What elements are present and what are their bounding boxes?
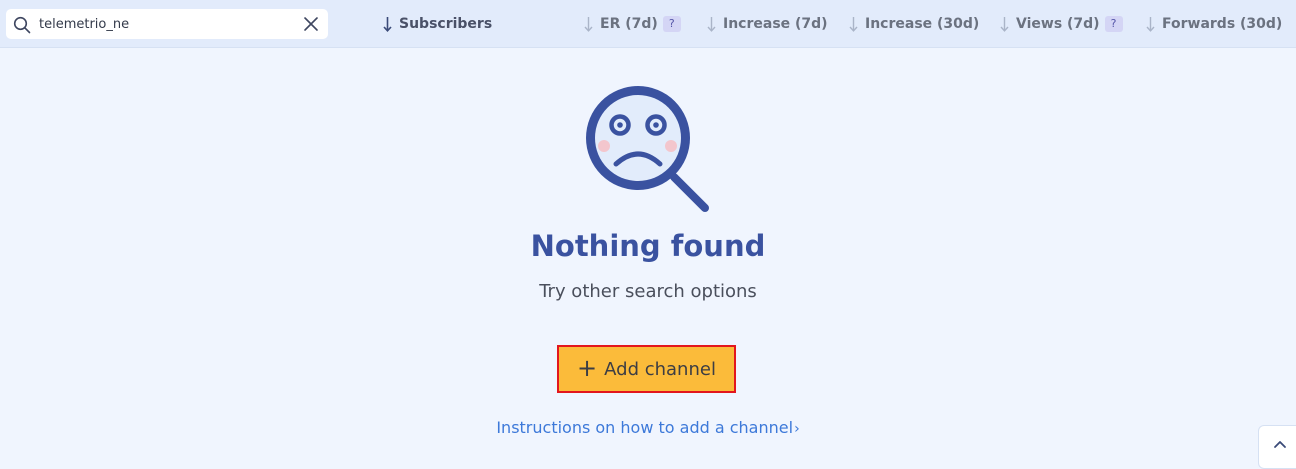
column-sort-views-7d[interactable]: Views (7d) ? <box>1000 13 1123 35</box>
help-badge[interactable]: ? <box>662 16 681 32</box>
column-sort-subscribers[interactable]: Subscribers <box>383 13 492 35</box>
column-label: Increase (7d) <box>723 16 828 32</box>
sort-arrow-down-icon <box>584 17 593 32</box>
empty-state-subtitle: Try other search options <box>539 281 757 302</box>
column-sort-increase-30d[interactable]: Increase (30d) <box>849 13 979 35</box>
column-label: Increase (30d) <box>865 16 980 32</box>
search-input[interactable] <box>39 14 299 34</box>
search-box[interactable] <box>6 9 328 39</box>
sort-arrow-down-icon <box>1000 17 1009 32</box>
sad-magnifier-icon <box>586 86 709 212</box>
help-badge[interactable]: ? <box>1104 16 1123 32</box>
sort-arrow-down-icon <box>1146 17 1155 32</box>
column-label: Forwards (30d) <box>1162 16 1283 32</box>
column-sort-increase-7d[interactable]: Increase (7d) <box>707 13 828 35</box>
scroll-to-top-button[interactable] <box>1258 425 1296 469</box>
sort-arrow-down-icon <box>383 17 392 32</box>
add-channel-instructions-link[interactable]: Instructions on how to add a channel› <box>0 417 1296 440</box>
add-channel-label: Add channel <box>604 358 716 380</box>
sort-arrow-down-icon <box>707 17 716 32</box>
column-sort-forwards-30d[interactable]: Forwards (30d) <box>1146 13 1282 35</box>
sort-arrow-down-icon <box>849 17 858 32</box>
plus-icon: + <box>577 353 598 382</box>
search-icon <box>13 16 31 34</box>
add-channel-button[interactable]: + Add channel <box>557 345 736 393</box>
clear-search-icon[interactable] <box>303 16 319 32</box>
table-header-bar: Subscribers ER (7d) ? Increase (7d) Incr… <box>0 0 1296 48</box>
empty-state-title: Nothing found <box>530 229 766 263</box>
column-label: Subscribers <box>399 16 493 32</box>
column-label: Views (7d) <box>1016 16 1100 32</box>
column-label: ER (7d) <box>600 16 658 32</box>
chevron-up-icon <box>1274 441 1286 448</box>
column-sort-er-7d[interactable]: ER (7d) ? <box>584 13 681 35</box>
instructions-link-label: Instructions on how to add a channel <box>496 418 794 437</box>
chevron-right-icon: › <box>794 421 800 437</box>
